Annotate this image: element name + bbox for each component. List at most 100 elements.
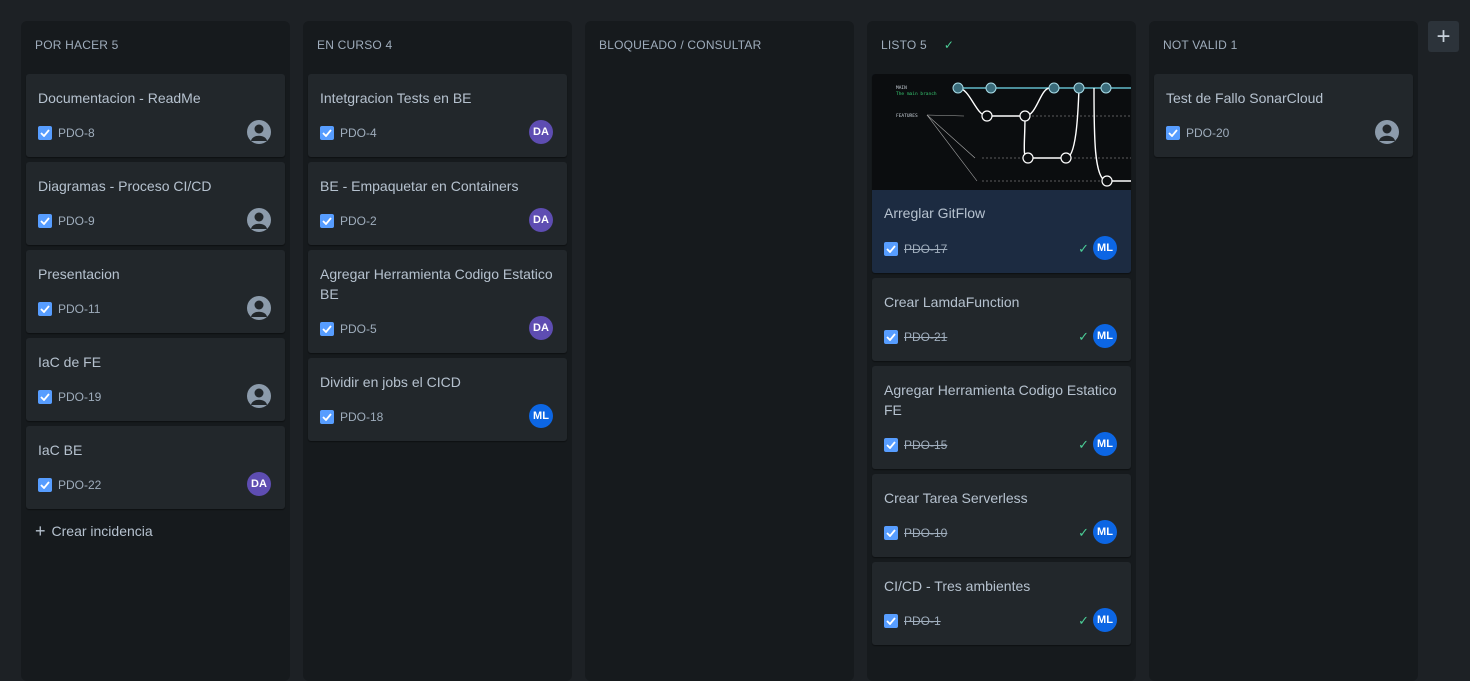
checkbox-checked-icon bbox=[884, 330, 898, 344]
column-en-curso: EN CURSO 4 Intetgracion Tests en BE PDO-… bbox=[303, 21, 572, 681]
issue-card[interactable]: IaC BE PDO-22 DA bbox=[26, 426, 285, 509]
checkbox-checked-icon bbox=[38, 214, 52, 228]
issue-card[interactable]: Presentacion PDO-11 bbox=[26, 250, 285, 333]
create-issue-button[interactable]: + Crear incidencia bbox=[35, 521, 153, 541]
assignee-avatar[interactable]: ML bbox=[1093, 608, 1117, 632]
user-avatar-icon[interactable] bbox=[247, 296, 271, 320]
checkbox-checked-icon bbox=[884, 438, 898, 452]
card-title: Agregar Herramienta Codigo Estatico BE bbox=[320, 266, 553, 302]
issue-key[interactable]: PDO-19 bbox=[38, 390, 101, 404]
column-listo: LISTO 5 ✓ MAIN The main branch FEATURES bbox=[867, 21, 1136, 681]
issue-key[interactable]: PDO-17 bbox=[884, 242, 947, 256]
issue-card[interactable]: Diagramas - Proceso CI/CD PDO-9 bbox=[26, 162, 285, 245]
column-title: EN CURSO 4 bbox=[317, 38, 393, 52]
issue-key-text: PDO-22 bbox=[58, 478, 102, 492]
column-header: LISTO 5 ✓ bbox=[881, 38, 954, 52]
checkbox-checked-icon bbox=[884, 242, 898, 256]
user-avatar-icon[interactable] bbox=[247, 384, 271, 408]
issue-key[interactable]: PDO-20 bbox=[1166, 126, 1229, 140]
issue-key-text: PDO-4 bbox=[340, 126, 377, 140]
issue-key[interactable]: PDO-8 bbox=[38, 126, 95, 140]
issue-card[interactable]: Crear LamdaFunction PDO-21 ✓ ML bbox=[872, 278, 1131, 361]
plus-icon: + bbox=[1436, 22, 1451, 50]
column-header: EN CURSO 4 bbox=[317, 38, 392, 52]
issue-card[interactable]: Crear Tarea Serverless PDO-10 ✓ ML bbox=[872, 474, 1131, 557]
issue-key-text: PDO-9 bbox=[58, 214, 95, 228]
checkbox-checked-icon bbox=[320, 322, 334, 336]
issue-key[interactable]: PDO-5 bbox=[320, 322, 377, 336]
card-title: Crear Tarea Serverless bbox=[884, 490, 1028, 506]
card-title: CI/CD - Tres ambientes bbox=[884, 578, 1031, 594]
assignee-avatar[interactable]: ML bbox=[1093, 432, 1117, 456]
issue-key[interactable]: PDO-4 bbox=[320, 126, 377, 140]
card-title: Crear LamdaFunction bbox=[884, 294, 1020, 310]
issue-key-text: PDO-8 bbox=[58, 126, 95, 140]
issue-key-text: PDO-1 bbox=[904, 614, 941, 628]
user-avatar-icon[interactable] bbox=[247, 120, 271, 144]
card-title: Diagramas - Proceso CI/CD bbox=[38, 178, 212, 194]
checkbox-checked-icon bbox=[38, 302, 52, 316]
check-icon: ✓ bbox=[1078, 525, 1089, 540]
issue-key[interactable]: PDO-11 bbox=[38, 302, 100, 316]
column-por-hacer: POR HACER 5 Documentacion - ReadMe PDO-8… bbox=[21, 21, 290, 681]
issue-key[interactable]: PDO-1 bbox=[884, 614, 941, 628]
image-features-label: FEATURES bbox=[896, 113, 918, 119]
card-title: Dividir en jobs el CICD bbox=[320, 374, 461, 390]
issue-card[interactable]: Dividir en jobs el CICD PDO-18 ML bbox=[308, 358, 567, 441]
create-issue-label: Crear incidencia bbox=[51, 523, 153, 539]
issue-key[interactable]: PDO-21 bbox=[884, 330, 947, 344]
issue-key[interactable]: PDO-9 bbox=[38, 214, 95, 228]
checkbox-checked-icon bbox=[320, 214, 334, 228]
card-title: BE - Empaquetar en Containers bbox=[320, 178, 519, 194]
user-avatar-icon[interactable] bbox=[1375, 120, 1399, 144]
add-column-button[interactable]: + bbox=[1428, 21, 1459, 52]
checkbox-checked-icon bbox=[320, 410, 334, 424]
issue-card[interactable]: MAIN The main branch FEATURES Arreglar G… bbox=[872, 74, 1131, 273]
issue-card[interactable]: IaC de FE PDO-19 bbox=[26, 338, 285, 421]
issue-card[interactable]: Intetgracion Tests en BE PDO-4 DA bbox=[308, 74, 567, 157]
issue-key-text: PDO-11 bbox=[58, 302, 101, 316]
assignee-avatar[interactable]: ML bbox=[529, 404, 553, 428]
issue-card[interactable]: BE - Empaquetar en Containers PDO-2 DA bbox=[308, 162, 567, 245]
assignee-avatar[interactable]: ML bbox=[1093, 520, 1117, 544]
issue-key-text: PDO-18 bbox=[340, 410, 384, 424]
issue-card[interactable]: Test de Fallo SonarCloud PDO-20 bbox=[1154, 74, 1413, 157]
card-title: Intetgracion Tests en BE bbox=[320, 90, 472, 106]
image-main-desc: The main branch bbox=[896, 91, 937, 97]
issue-key-text: PDO-21 bbox=[904, 330, 948, 344]
issue-card[interactable]: Agregar Herramienta Codigo Estatico BE P… bbox=[308, 250, 567, 353]
issue-key[interactable]: PDO-10 bbox=[884, 526, 947, 540]
card-title: Arreglar GitFlow bbox=[884, 205, 986, 221]
check-icon: ✓ bbox=[1078, 437, 1089, 452]
assignee-avatar[interactable]: DA bbox=[247, 472, 271, 496]
checkbox-checked-icon bbox=[38, 390, 52, 404]
assignee-avatar[interactable]: DA bbox=[529, 208, 553, 232]
column-header: POR HACER 5 bbox=[35, 38, 119, 52]
checkbox-checked-icon bbox=[38, 126, 52, 140]
issue-key[interactable]: PDO-18 bbox=[320, 410, 383, 424]
issue-card[interactable]: Agregar Herramienta Codigo Estatico FE P… bbox=[872, 366, 1131, 469]
assignee-avatar[interactable]: ML bbox=[1093, 236, 1117, 260]
assignee-avatar[interactable]: DA bbox=[529, 120, 553, 144]
column-bloqueado: BLOQUEADO / CONSULTAR bbox=[585, 21, 854, 681]
card-title: Presentacion bbox=[38, 266, 120, 282]
card-cover-image: MAIN The main branch FEATURES bbox=[872, 74, 1131, 190]
card-title: Agregar Herramienta Codigo Estatico FE bbox=[884, 382, 1117, 418]
issue-key-text: PDO-5 bbox=[340, 322, 377, 336]
issue-key-text: PDO-17 bbox=[904, 242, 948, 256]
checkbox-checked-icon bbox=[38, 478, 52, 492]
user-avatar-icon[interactable] bbox=[247, 208, 271, 232]
issue-key[interactable]: PDO-22 bbox=[38, 478, 101, 492]
column-title: BLOQUEADO / CONSULTAR bbox=[599, 38, 762, 52]
issue-key-text: PDO-20 bbox=[1186, 126, 1230, 140]
card-title: Documentacion - ReadMe bbox=[38, 90, 201, 106]
assignee-avatar[interactable]: DA bbox=[529, 316, 553, 340]
checkbox-checked-icon bbox=[884, 526, 898, 540]
assignee-avatar[interactable]: ML bbox=[1093, 324, 1117, 348]
issue-card[interactable]: Documentacion - ReadMe PDO-8 bbox=[26, 74, 285, 157]
issue-key[interactable]: PDO-15 bbox=[884, 438, 947, 452]
issue-key-text: PDO-10 bbox=[904, 526, 948, 540]
plus-icon: + bbox=[35, 521, 46, 541]
issue-card[interactable]: CI/CD - Tres ambientes PDO-1 ✓ ML bbox=[872, 562, 1131, 645]
issue-key[interactable]: PDO-2 bbox=[320, 214, 377, 228]
